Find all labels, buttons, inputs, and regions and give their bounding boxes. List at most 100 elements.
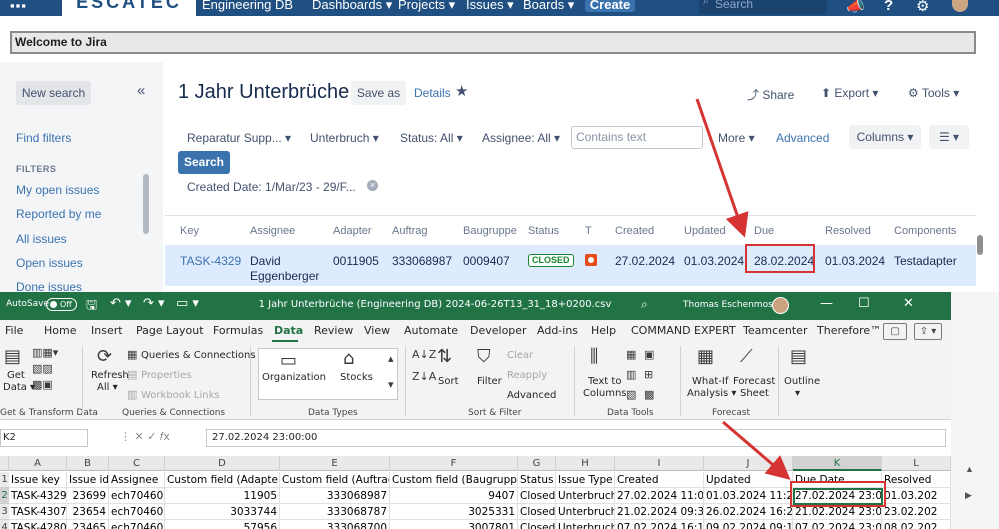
tab-therefore[interactable]: Therefore™ (817, 324, 881, 337)
tab-file[interactable]: File (5, 324, 23, 337)
table-cell[interactable]: 26.02.2024 16:20 (704, 504, 793, 520)
gallery-scroll-icon[interactable]: ▴ (388, 352, 394, 365)
formula-buttons[interactable]: ⋮ ✕ ✓ 𝑓x (120, 430, 170, 444)
table-cell[interactable]: 01.03.202 (882, 488, 951, 504)
table-cell[interactable]: 3033744 (165, 504, 280, 520)
assignee-criteria[interactable]: Assignee: All ▾ (482, 131, 560, 145)
col-header-l[interactable]: L (882, 456, 951, 471)
col-header-i[interactable]: I (615, 456, 704, 471)
company-logo[interactable]: ESCATEC (62, 0, 196, 16)
table-cell[interactable]: Assignee (109, 472, 165, 488)
col-header-components[interactable]: Components (894, 225, 956, 237)
notifications-icon[interactable]: 📣 (846, 0, 865, 15)
filter-all-issues[interactable]: All issues (16, 232, 67, 246)
sort-icon[interactable]: ⇅ (437, 346, 452, 367)
from-text-icon[interactable]: ▥▦▾ (32, 346, 58, 359)
col-header-b[interactable]: B (67, 456, 109, 471)
col-header-auftrag[interactable]: Auftrag (392, 225, 427, 237)
table-cell[interactable]: 9407 (390, 488, 518, 504)
create-button[interactable]: Create (585, 0, 635, 12)
col-header-j[interactable]: J (704, 456, 793, 471)
table-cell[interactable]: Status (518, 472, 556, 488)
what-if-analysis-arrow[interactable]: Analysis ▾ (687, 388, 736, 399)
redo-icon[interactable]: ↷ ▾ (143, 296, 165, 311)
table-cell[interactable]: Issue Type (556, 472, 615, 488)
table-cell[interactable]: 23654 (67, 504, 109, 520)
table-cell[interactable]: ech70460 (109, 504, 165, 520)
refresh-all-arrow[interactable]: All ▾ (97, 382, 118, 393)
forecast-sheet-button-2[interactable]: Sheet (740, 388, 769, 399)
from-table-icon[interactable]: ▩▣ (32, 378, 53, 391)
col-header-e[interactable]: E (280, 456, 390, 471)
tab-help[interactable]: Help (591, 324, 616, 337)
text-to-columns-icon[interactable]: ⫼ (590, 346, 598, 367)
clear-criteria-icon[interactable]: × (367, 180, 378, 191)
project-criteria[interactable]: Reparatur Supp... ▾ (187, 131, 291, 145)
forecast-sheet-icon[interactable]: ⟋ (740, 346, 753, 367)
sort-za-icon[interactable]: Z↓A (412, 370, 436, 383)
data-validation-icon[interactable]: ▧ (626, 388, 636, 401)
tab-page-layout[interactable]: Page Layout (136, 324, 204, 337)
col-header-adapter[interactable]: Adapter (333, 225, 372, 237)
col-header-resolved[interactable]: Resolved (825, 225, 871, 237)
row-header-3[interactable]: 3 (0, 504, 9, 520)
col-header-k[interactable]: K (793, 456, 882, 471)
table-cell[interactable]: ech70460 (109, 488, 165, 504)
restore-icon[interactable]: ☐ (858, 296, 870, 311)
user-avatar[interactable] (952, 0, 968, 12)
col-header-a[interactable]: A (9, 456, 67, 471)
refresh-icon[interactable]: ⟳ (97, 346, 112, 367)
close-icon[interactable]: ✕ (903, 296, 914, 311)
table-cell[interactable]: 3025331 (390, 504, 518, 520)
table-cell[interactable]: 57956 (165, 520, 280, 529)
table-cell[interactable]: TASK-4280 (9, 520, 67, 529)
col-header-f[interactable]: F (390, 456, 518, 471)
save-as-button[interactable]: Save as (351, 81, 406, 105)
tab-view[interactable]: View (364, 324, 390, 337)
share-button[interactable]: ⤴ Share (747, 86, 794, 103)
settings-icon[interactable]: ⚙ (916, 0, 929, 15)
filter-open-issues[interactable]: Open issues (16, 256, 83, 270)
filter-button[interactable]: Filter (477, 376, 502, 387)
issue-key-link[interactable]: TASK-4329 (180, 254, 241, 268)
outline-arrow[interactable]: ▾ (795, 388, 800, 399)
collapse-sidebar-icon[interactable]: « (137, 82, 145, 99)
excel-user-name[interactable]: Thomas Eschenmoser (683, 300, 782, 310)
project-name[interactable]: Engineering DB (202, 0, 293, 12)
status-criteria[interactable]: Status: All ▾ (400, 131, 463, 145)
tools-button[interactable]: ⚙ Tools ▾ (908, 86, 959, 100)
table-cell[interactable]: Closed (518, 504, 556, 520)
table-cell[interactable]: Updated (704, 472, 793, 488)
col-header-due[interactable]: Due (754, 225, 774, 237)
col-header-key[interactable]: Key (180, 225, 199, 237)
what-if-analysis-button[interactable]: What-If (692, 376, 728, 387)
col-header-baugruppe[interactable]: Baugruppe (463, 225, 517, 237)
advanced-search-link[interactable]: Advanced (776, 131, 829, 145)
select-all-corner[interactable] (0, 456, 9, 471)
col-header-d[interactable]: D (165, 456, 280, 471)
outline-button[interactable]: Outline (784, 376, 820, 387)
properties-button[interactable]: Properties (141, 370, 192, 381)
table-cell[interactable]: 333068700 (280, 520, 390, 529)
contains-text-input[interactable]: Contains text (571, 126, 703, 149)
refresh-all-button[interactable]: Refresh (91, 370, 129, 381)
formula-input[interactable]: 27.02.2024 23:00:00 (206, 429, 946, 447)
col-header-c[interactable]: C (109, 456, 165, 471)
columns-button[interactable]: Columns ▾ (849, 125, 921, 149)
filter-reported-by-me[interactable]: Reported by me (16, 207, 101, 221)
sort-button[interactable]: Sort (438, 376, 459, 387)
scroll-right-icon[interactable]: ▶ (965, 490, 972, 501)
text-to-columns-button-2[interactable]: Columns (583, 388, 627, 399)
table-cell[interactable]: Resolved (882, 472, 951, 488)
share-icon[interactable]: ⇪ ▾ (914, 323, 942, 340)
excel-user-avatar[interactable] (772, 297, 789, 314)
table-cell[interactable]: Unterbruch (556, 488, 615, 504)
global-search-input[interactable]: ⌕ Search (699, 0, 827, 14)
table-cell[interactable]: ech70460 (109, 520, 165, 529)
scroll-up-icon[interactable]: ▲ (965, 464, 974, 474)
autosave-toggle[interactable]: Off (46, 298, 77, 311)
table-cell[interactable]: Closed (518, 488, 556, 504)
sidebar-scrollbar[interactable] (143, 174, 149, 234)
from-web-icon[interactable]: ▧▨ (32, 362, 53, 375)
col-header-g[interactable]: G (518, 456, 556, 471)
